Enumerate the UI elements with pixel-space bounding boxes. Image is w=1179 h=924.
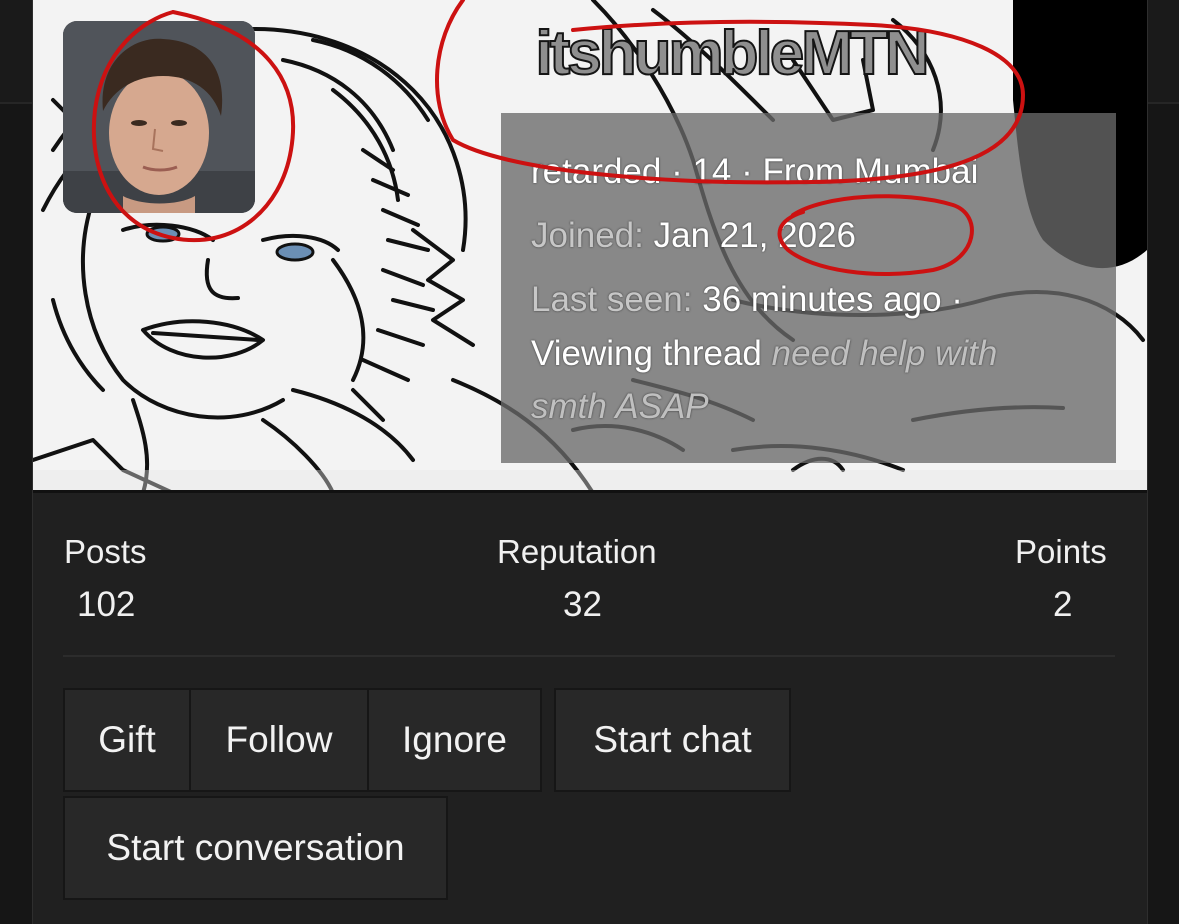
viewing-thread-link-cont[interactable]: smth ASAP: [531, 387, 709, 427]
profile-banner: itshumbleMTN retarded · 14 · From Mumbai…: [33, 0, 1147, 493]
start-conversation-button[interactable]: Start conversation: [63, 796, 448, 900]
gift-button[interactable]: Gift: [63, 688, 191, 792]
viewing-line: Viewing thread need help with: [531, 334, 997, 374]
avatar[interactable]: [63, 21, 255, 213]
stats-divider: [63, 655, 1115, 657]
username: itshumbleMTN: [534, 18, 930, 89]
stat-posts-label: Posts: [64, 533, 147, 570]
stat-reputation-label: Reputation: [497, 533, 657, 570]
profile-card: itshumbleMTN retarded · 14 · From Mumbai…: [32, 0, 1148, 924]
last-seen-value: 36 minutes ago ·: [702, 280, 963, 319]
viewing-thread-link[interactable]: need help with: [772, 334, 998, 373]
stat-points-value[interactable]: 2: [1053, 585, 1072, 625]
joined-line: Joined: Jan 21, 2026: [531, 216, 856, 256]
joined-date-c: , 2026: [758, 216, 857, 255]
profile-info-box: retarded · 14 · From Mumbai Joined: Jan …: [501, 113, 1116, 463]
bio-line: retarded · 14 · From Mumbai: [531, 152, 978, 192]
joined-date-b: 1: [739, 216, 759, 255]
banner-edge: [33, 490, 1147, 493]
stat-reputation-value[interactable]: 32: [563, 585, 602, 625]
joined-label: Joined:: [531, 216, 644, 255]
joined-date-a: Jan 2: [653, 216, 740, 255]
ignore-button[interactable]: Ignore: [367, 688, 542, 792]
follow-button[interactable]: Follow: [189, 688, 369, 792]
bio-text-a: retarded · 14 · Fro: [531, 152, 815, 191]
stat-posts-value[interactable]: 102: [77, 585, 135, 625]
bio-text-b: m Mumbai: [815, 152, 979, 191]
last-seen-label: Last seen:: [531, 280, 693, 319]
viewing-prefix: Viewing thread: [531, 334, 762, 373]
avatar-photo: [63, 21, 255, 213]
last-seen-line: Last seen: 36 minutes ago ·: [531, 280, 963, 320]
stat-points-label: Points: [1015, 533, 1107, 570]
start-chat-button[interactable]: Start chat: [554, 688, 791, 792]
